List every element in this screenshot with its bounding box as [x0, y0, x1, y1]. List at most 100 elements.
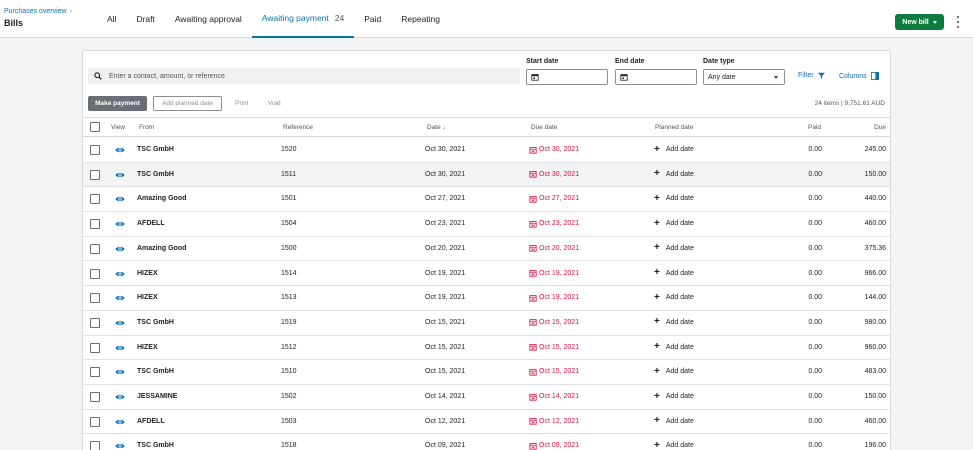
date-cell: Oct 30, 2021 [425, 170, 466, 178]
column-date[interactable]: Date ↓ [427, 124, 446, 131]
filter-button[interactable]: Filter [798, 72, 825, 79]
table-row[interactable]: JESSAMINE 1502 Oct 14, 2021 Oct 14, 2021 + Ad… [83, 385, 890, 410]
column-from[interactable]: From [139, 124, 154, 131]
eye-icon[interactable] [115, 294, 125, 302]
column-paid[interactable]: Paid [761, 124, 821, 131]
row-checkbox[interactable] [90, 441, 100, 450]
eye-icon[interactable] [115, 270, 125, 278]
add-planned-date-link[interactable]: + Add date [654, 342, 694, 352]
table-row[interactable]: TSC GmbH 1510 Oct 15, 2021 Oct 15, 2021 + Add… [83, 360, 890, 385]
eye-icon[interactable] [115, 368, 125, 376]
column-due[interactable]: Due [826, 124, 886, 131]
row-checkbox[interactable] [90, 268, 100, 279]
search-input[interactable]: Enter a contact, amount, or reference [88, 68, 520, 84]
row-checkbox[interactable] [90, 392, 100, 402]
more-options-icon[interactable] [955, 16, 961, 28]
add-planned-date-button[interactable]: Add planned date [153, 96, 222, 111]
from-cell[interactable]: HIZEX [137, 344, 158, 351]
add-planned-date-link[interactable]: + Add date [654, 416, 694, 426]
from-cell[interactable]: JESSAMINE [137, 393, 177, 400]
add-planned-date-link[interactable]: + Add date [654, 292, 694, 302]
add-planned-date-link[interactable]: + Add date [654, 144, 694, 154]
row-checkbox[interactable] [90, 145, 100, 155]
row-checkbox[interactable] [90, 169, 100, 180]
void-button[interactable]: Void [268, 100, 281, 107]
eye-icon[interactable] [115, 418, 125, 426]
add-date-label: Add date [665, 343, 694, 351]
columns-button[interactable]: Columns [839, 72, 879, 80]
eye-icon[interactable] [115, 319, 125, 327]
column-due-date[interactable]: Due date [531, 124, 557, 131]
end-date-field[interactable] [615, 69, 697, 85]
due-date-text: Oct 15, 2021 [539, 318, 580, 326]
row-checkbox[interactable] [90, 243, 100, 254]
eye-icon[interactable] [115, 195, 125, 203]
eye-icon[interactable] [115, 171, 125, 179]
from-cell[interactable]: TSC GmbH [137, 146, 174, 153]
from-cell[interactable]: TSC GmbH [137, 368, 174, 375]
date-type-select[interactable]: Any date [703, 69, 785, 85]
table-row[interactable]: AFDELL 1503 Oct 12, 2021 Oct 12, 2021 + Add d… [83, 410, 890, 435]
add-planned-date-link[interactable]: + Add date [654, 218, 694, 228]
eye-icon[interactable] [115, 245, 125, 253]
from-cell[interactable]: AFDELL [137, 418, 165, 425]
row-checkbox[interactable] [90, 219, 100, 230]
table-row[interactable]: TSC GmbH 1511 Oct 30, 2021 Oct 30, 2021 + Add… [83, 162, 890, 188]
column-planned-date[interactable]: Planned date [655, 124, 693, 131]
eye-icon[interactable] [115, 146, 125, 154]
from-cell[interactable]: TSC GmbH [137, 171, 174, 178]
from-cell[interactable]: HIZEX [137, 270, 158, 277]
table-row[interactable]: AFDELL 1504 Oct 23, 2021 Oct 23, 2021 + Add d… [83, 212, 890, 237]
add-planned-date-link[interactable]: + Add date [654, 169, 694, 179]
column-reference[interactable]: Reference [283, 124, 313, 131]
make-payment-button[interactable]: Make payment [88, 96, 147, 111]
add-planned-date-link[interactable]: + Add date [654, 193, 694, 203]
new-bill-button[interactable]: New bill [895, 14, 944, 30]
breadcrumb-link[interactable]: Purchases overview [4, 8, 67, 15]
from-cell[interactable]: Amazing Good [137, 245, 186, 252]
from-cell[interactable]: TSC GmbH [137, 319, 174, 326]
row-checkbox[interactable] [90, 367, 100, 378]
row-checkbox[interactable] [90, 293, 100, 304]
paid-cell: 0.00 [808, 269, 822, 277]
row-checkbox[interactable] [90, 194, 100, 205]
add-planned-date-link[interactable]: + Add date [654, 440, 694, 450]
eye-icon[interactable] [115, 344, 125, 352]
from-cell[interactable]: Amazing Good [137, 195, 186, 202]
add-planned-date-link[interactable]: + Add date [654, 391, 694, 401]
from-cell[interactable]: AFDELL [137, 220, 165, 227]
paid-cell: 0.00 [808, 195, 822, 203]
table-row[interactable]: Amazing Good 1501 Oct 27, 2021 Oct 27, 2021… [83, 187, 890, 213]
breadcrumb[interactable]: Purchases overview › [4, 8, 72, 15]
table-row[interactable]: HIZEX 1512 Oct 15, 2021 Oct 15, 2021 + Add da… [83, 336, 890, 361]
table-row[interactable]: TSC GmbH 1518 Oct 09, 2021 Oct 09, 2021 + Add… [83, 434, 890, 450]
select-all-checkbox[interactable] [90, 122, 100, 132]
paid-cell: 0.00 [808, 220, 822, 228]
tab-paid[interactable]: Paid [354, 0, 391, 38]
table-row[interactable]: HIZEX 1514 Oct 19, 2021 Oct 19, 2021 + Add da… [83, 262, 890, 287]
tab-awaiting-approval[interactable]: Awaiting approval [165, 0, 252, 38]
row-checkbox[interactable] [90, 416, 100, 427]
row-checkbox[interactable] [90, 342, 100, 353]
overdue-calendar-icon [529, 220, 537, 228]
print-button[interactable]: Print [235, 100, 248, 107]
table-row[interactable]: TSC GmbH 1519 Oct 15, 2021 Oct 15, 2021 + Add… [83, 311, 890, 336]
eye-icon[interactable] [115, 393, 125, 401]
table-row[interactable]: TSC GmbH 1520 Oct 30, 2021 Oct 30, 2021 + Add… [83, 138, 890, 163]
add-planned-date-link[interactable]: + Add date [654, 317, 694, 327]
eye-icon[interactable] [115, 220, 125, 228]
table-row[interactable]: HIZEX 1513 Oct 19, 2021 Oct 19, 2021 + Add da… [83, 286, 890, 311]
add-planned-date-link[interactable]: + Add date [654, 243, 694, 253]
from-cell[interactable]: TSC GmbH [137, 442, 174, 449]
from-cell[interactable]: HIZEX [137, 294, 158, 301]
eye-icon[interactable] [115, 442, 125, 450]
add-planned-date-link[interactable]: + Add date [654, 366, 694, 376]
tab-repeating[interactable]: Repeating [391, 0, 450, 38]
tab-awaiting-payment[interactable]: Awaiting payment 24 [251, 0, 355, 38]
table-row[interactable]: Amazing Good 1500 Oct 20, 2021 Oct 20, 2021… [83, 237, 890, 262]
tab-draft[interactable]: Draft [126, 0, 164, 38]
row-checkbox[interactable] [90, 317, 100, 328]
tab-all[interactable]: All [97, 0, 126, 38]
start-date-field[interactable] [526, 69, 608, 85]
add-planned-date-link[interactable]: + Add date [654, 268, 694, 278]
